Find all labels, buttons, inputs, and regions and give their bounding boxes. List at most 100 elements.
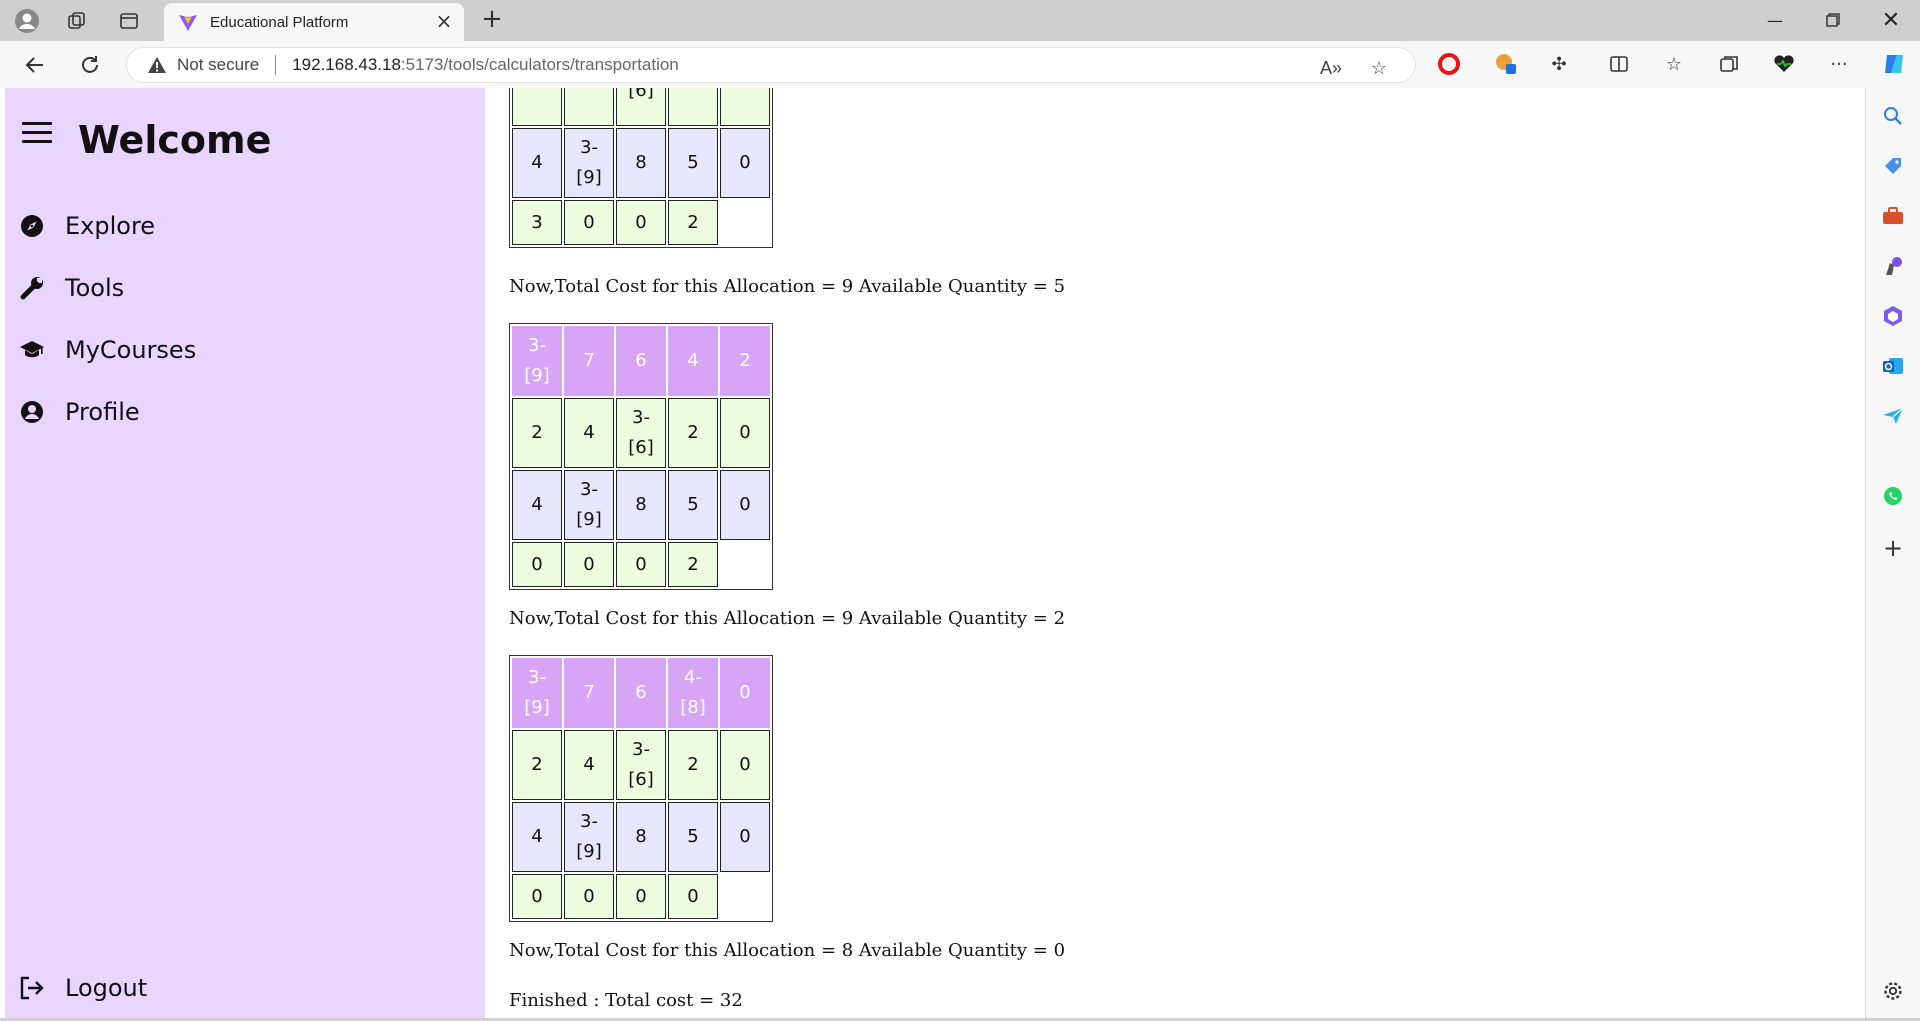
- table-cell: 0: [564, 542, 614, 587]
- table-cell: 3- [9]: [564, 470, 614, 540]
- table-cell: 8: [616, 128, 666, 198]
- url-path: :5173/tools/calculators/transportation: [400, 55, 679, 74]
- allocation-table: 3- [9] 7 6 4 2 2 4 3- [6] 2 0 4 3- [9] 8 5 0 0 0 0 2: [509, 323, 773, 590]
- logout-icon: [19, 975, 45, 1001]
- browser-nav-bar: Not secure 192.168.43.18 :5173/tools/cal…: [0, 41, 1920, 88]
- table-cell: 5: [668, 470, 718, 540]
- restore-icon[interactable]: [1808, 4, 1858, 36]
- allocation-note: Now,Total Cost for this Allocation = 9 A…: [509, 608, 1066, 629]
- browser-tab[interactable]: Educational Platform ×: [164, 3, 464, 41]
- table-cell: [720, 88, 770, 126]
- table-cell: 3- [6]: [616, 730, 666, 800]
- minimize-icon[interactable]: —: [1750, 4, 1800, 36]
- table-cell: 5: [668, 802, 718, 872]
- table-cell: 0: [720, 658, 770, 728]
- table-cell: 3- [9]: [564, 802, 614, 872]
- close-window-icon[interactable]: ✕: [1866, 4, 1916, 36]
- table-cell: 2: [668, 730, 718, 800]
- table-cell: 3- [9]: [512, 658, 562, 728]
- settings-gear-icon[interactable]: [1880, 978, 1906, 1004]
- table-cell: 4: [512, 802, 562, 872]
- table-cell: 8: [616, 470, 666, 540]
- sidebar-item-explore[interactable]: Explore: [19, 208, 155, 244]
- table-cell: 0: [512, 542, 562, 587]
- table-cell: 0: [720, 802, 770, 872]
- sidebar-item-label: Tools: [65, 274, 125, 302]
- url-host: 192.168.43.18: [292, 55, 401, 74]
- shopping-tag-icon[interactable]: [1880, 153, 1906, 179]
- table-cell: 0: [616, 200, 666, 245]
- extension-badge-icon[interactable]: [1492, 50, 1520, 78]
- back-icon[interactable]: [20, 50, 50, 80]
- table-cell: 2: [512, 730, 562, 800]
- close-tab-icon[interactable]: ×: [434, 11, 454, 32]
- tools-briefcase-icon[interactable]: [1880, 203, 1906, 229]
- browser-essentials-icon[interactable]: [1770, 50, 1798, 78]
- vertical-tabs-icon[interactable]: [116, 8, 142, 34]
- table-cell: 2: [720, 326, 770, 396]
- sidebar-item-mycourses[interactable]: MyCourses: [19, 332, 196, 368]
- table-cell: 4: [668, 326, 718, 396]
- tab-title: Educational Platform: [210, 13, 349, 31]
- read-aloud-icon[interactable]: A»: [1319, 56, 1343, 80]
- workspaces-icon[interactable]: [64, 8, 90, 34]
- profile-icon[interactable]: [14, 8, 40, 34]
- app-sidebar: Welcome Explore Tools MyCourses Profile …: [5, 88, 485, 1018]
- graduation-cap-icon: [19, 337, 45, 363]
- empty-cell: [720, 542, 770, 587]
- empty-cell: [720, 874, 770, 919]
- table-cell: 0: [512, 874, 562, 919]
- table-cell: 8: [616, 802, 666, 872]
- extensions-puzzle-icon[interactable]: ✣: [1545, 50, 1573, 78]
- table-cell: 0: [668, 874, 718, 919]
- games-icon[interactable]: [1880, 253, 1906, 279]
- allocation-table: 3- [9] 7 6 4- [8] 0 2 4 3- [6] 2 0 4 3- [9] 8 5 0 0 0 0 0: [509, 655, 773, 922]
- opera-extension-icon[interactable]: [1435, 50, 1463, 78]
- table-cell: 4: [512, 470, 562, 540]
- finished-total: Finished : Total cost = 32: [509, 990, 743, 1011]
- search-icon[interactable]: [1880, 103, 1906, 129]
- table-cell: 2: [512, 398, 562, 468]
- browser-tab-bar: Educational Platform × + — ✕: [0, 0, 1920, 41]
- logout-label: Logout: [65, 974, 148, 1002]
- compass-icon: [19, 213, 45, 239]
- microsoft-365-icon[interactable]: [1880, 303, 1906, 329]
- more-options-icon[interactable]: ···: [1825, 50, 1853, 78]
- not-secure-label[interactable]: Not secure: [177, 55, 259, 75]
- table-cell: 3- [9]: [564, 128, 614, 198]
- table-cell: 0: [564, 874, 614, 919]
- allocation-note: Now,Total Cost for this Allocation = 9 A…: [509, 276, 1066, 297]
- empty-cell: [720, 200, 770, 245]
- send-icon[interactable]: [1880, 403, 1906, 429]
- address-separator: [275, 55, 277, 75]
- refresh-icon[interactable]: [75, 50, 105, 80]
- favorite-star-icon[interactable]: ☆: [1367, 56, 1391, 80]
- favorites-icon[interactable]: ☆: [1660, 50, 1688, 78]
- logout-button[interactable]: Logout: [19, 970, 147, 1006]
- split-screen-icon[interactable]: [1605, 50, 1633, 78]
- table-cell: 7: [564, 326, 614, 396]
- warning-icon: [148, 57, 166, 73]
- table-cell: 4: [564, 398, 614, 468]
- vite-logo-icon: [179, 15, 197, 31]
- user-circle-icon: [19, 399, 45, 425]
- outlook-icon[interactable]: [1880, 353, 1906, 379]
- sidebar-item-tools[interactable]: Tools: [19, 270, 124, 306]
- collections-icon[interactable]: [1715, 50, 1743, 78]
- allocation-note: Now,Total Cost for this Allocation = 8 A…: [509, 940, 1066, 961]
- add-icon[interactable]: +: [1880, 534, 1906, 562]
- whatsapp-icon[interactable]: [1880, 483, 1906, 509]
- sidebar-item-profile[interactable]: Profile: [19, 394, 140, 430]
- sidebar-item-label: Explore: [65, 212, 156, 240]
- address-bar[interactable]: Not secure 192.168.43.18 :5173/tools/cal…: [126, 47, 1416, 83]
- copilot-icon[interactable]: [1880, 50, 1908, 78]
- new-tab-icon[interactable]: +: [478, 6, 506, 34]
- table-cell: [564, 88, 614, 126]
- table-cell: 0: [720, 398, 770, 468]
- table-cell: 0: [616, 874, 666, 919]
- table-cell: 0: [720, 730, 770, 800]
- table-cell: 2: [668, 542, 718, 587]
- table-cell: 0: [564, 200, 614, 245]
- hamburger-menu-icon[interactable]: [22, 122, 52, 144]
- table-cell: 7: [564, 658, 614, 728]
